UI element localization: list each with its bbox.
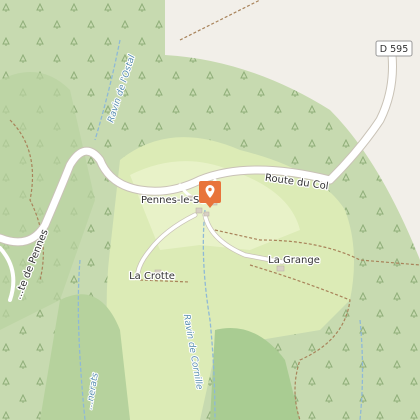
road-shield: D 595: [375, 40, 413, 57]
place-label-la-crotte: La Crotte: [129, 271, 175, 282]
place-label-la-grange: La Grange: [268, 255, 320, 266]
road-shield-label: D 595: [380, 44, 408, 55]
map-view[interactable]: D 595 Route du Col ...te de Pennes Ravin…: [0, 0, 420, 420]
